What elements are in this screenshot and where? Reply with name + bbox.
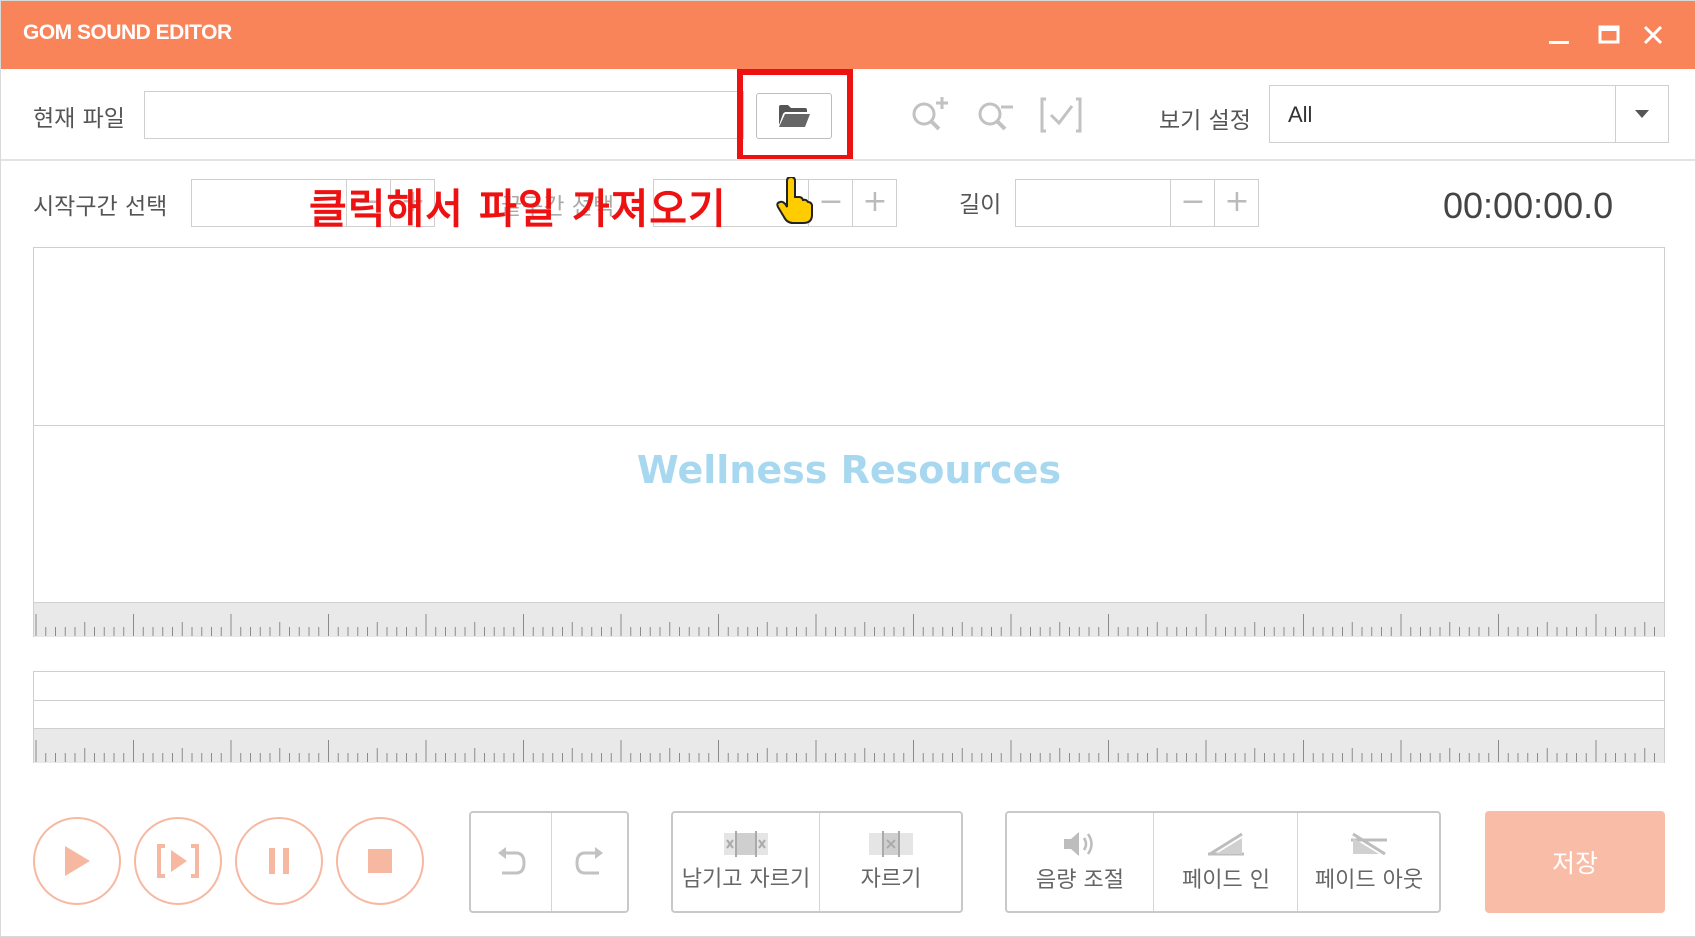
pointing-hand-icon <box>776 177 813 224</box>
keep-cut-label: 남기고 자르기 <box>681 867 811 892</box>
fade-out-icon <box>1351 832 1387 856</box>
app-window: GOM SOUND EDITOR 현재 파일 보기 설정 All 시작구간 선택… <box>0 0 1696 937</box>
length-plus-button[interactable]: + <box>1214 180 1259 226</box>
fade-out-button[interactable]: 페이드 아웃 <box>1297 813 1440 911</box>
current-file-field[interactable] <box>144 91 744 139</box>
app-title: GOM SOUND EDITOR <box>23 21 232 44</box>
undo-button[interactable] <box>471 813 551 911</box>
start-range-label: 시작구간 선택 <box>33 194 168 220</box>
pause-icon <box>269 848 289 874</box>
maximize-icon[interactable] <box>1593 19 1625 51</box>
redo-icon <box>575 847 603 875</box>
end-plus-button[interactable]: + <box>852 180 897 226</box>
stop-button[interactable] <box>336 817 424 905</box>
waveform-panel[interactable]: Wellness Resources <box>33 247 1665 637</box>
overview-timeline-ruler[interactable] <box>34 728 1664 763</box>
minimize-icon[interactable] <box>1543 19 1575 51</box>
view-settings-value: All <box>1288 102 1313 127</box>
pause-button[interactable] <box>235 817 323 905</box>
redo-button[interactable] <box>551 813 628 911</box>
view-settings-label: 보기 설정 <box>1159 108 1251 134</box>
stop-icon <box>368 849 392 873</box>
open-file-highlight <box>737 69 853 161</box>
check-fit-icon[interactable] <box>1039 93 1083 137</box>
save-button[interactable]: 저장 <box>1485 811 1665 913</box>
history-group <box>469 811 629 913</box>
play-selection-button[interactable] <box>134 817 222 905</box>
keep-cut-icon <box>724 831 768 857</box>
play-icon <box>65 846 90 876</box>
overview-panel[interactable] <box>33 671 1665 763</box>
speaker-icon <box>1064 832 1093 856</box>
length-minus-button[interactable]: − <box>1170 180 1215 226</box>
volume-button[interactable]: 음량 조절 <box>1007 813 1153 911</box>
overview-divider <box>34 700 1664 701</box>
title-bar[interactable]: GOM SOUND EDITOR <box>1 1 1695 69</box>
toolbar-divider <box>1 159 1695 161</box>
close-icon[interactable] <box>1637 19 1669 51</box>
volume-label: 음량 조절 <box>1036 868 1124 893</box>
cut-icon <box>869 831 913 857</box>
waveform-timeline-ruler[interactable] <box>34 602 1664 637</box>
chevron-down-icon[interactable] <box>1615 86 1668 142</box>
instruction-callout: 클릭해서 파일 가져오기 <box>309 185 727 233</box>
current-time-display: 00:00:00.0 <box>1443 185 1614 226</box>
play-selection-icon <box>157 844 199 878</box>
fade-in-button[interactable]: 페이드 인 <box>1153 813 1298 911</box>
undo-icon <box>498 847 526 875</box>
zoom-in-icon[interactable] <box>907 93 951 137</box>
zoom-out-icon[interactable] <box>973 93 1017 137</box>
edit-group: 남기고 자르기 자르기 <box>671 811 963 913</box>
fade-out-label: 페이드 아웃 <box>1314 868 1424 893</box>
view-settings-select[interactable]: All <box>1269 85 1669 143</box>
cut-button[interactable]: 자르기 <box>819 813 962 911</box>
fade-in-label: 페이드 인 <box>1182 868 1270 893</box>
fade-in-icon <box>1208 832 1244 856</box>
watermark-text: Wellness Resources <box>636 448 1062 492</box>
effects-group: 음량 조절 페이드 인 페이드 아웃 <box>1005 811 1441 913</box>
keep-cut-button[interactable]: 남기고 자르기 <box>673 813 819 911</box>
length-label: 길이 <box>959 192 1002 218</box>
current-file-label: 현재 파일 <box>33 106 125 132</box>
cut-label: 자르기 <box>860 867 922 892</box>
length-stepper[interactable]: − + <box>1015 179 1259 227</box>
waveform-channel-divider <box>34 425 1664 426</box>
play-button[interactable] <box>33 817 121 905</box>
